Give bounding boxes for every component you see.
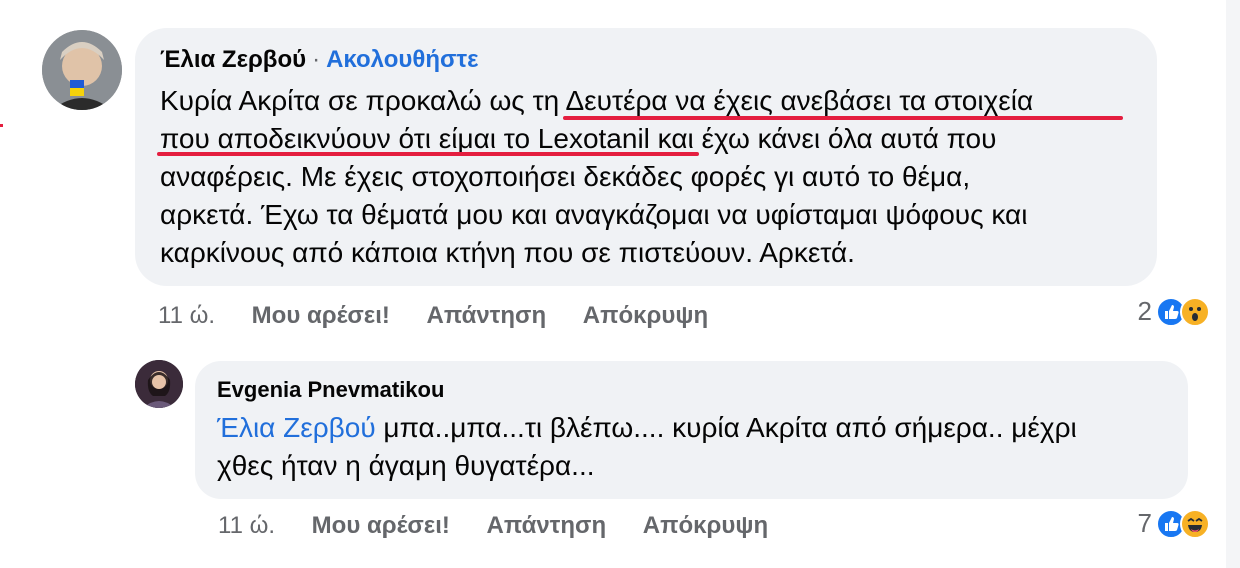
comment-text-line: καρκίνους από κάποια κτήνη που σε πιστεύ… [160, 237, 855, 268]
red-annotation-mark [0, 124, 3, 127]
timestamp[interactable]: 11 ώ. [158, 302, 215, 329]
reply-button[interactable]: Απάντηση [487, 512, 607, 539]
reaction-count: 7 [1137, 508, 1152, 538]
comment-text: Έλια Ζερβού μπα..μπα...τι βλέπω.... κυρί… [217, 409, 1177, 485]
follow-link[interactable]: Ακολουθήστε [326, 46, 478, 73]
wow-icon [1180, 296, 1210, 327]
comment-text: Κυρία Ακρίτα σε προκαλώ ως τη Δευτέρα να… [160, 82, 1150, 272]
comment-text-line: αρκετά. Έχω τα θέματά μου και αναγκάζομα… [160, 199, 1028, 230]
red-underline-annotation [563, 116, 1123, 120]
author-name[interactable]: Evgenia Pnevmatikou [217, 377, 444, 403]
separator-dot: · [312, 46, 321, 73]
comment-text-line: χθες ήταν η άγαμη θυγατέρα... [217, 450, 595, 481]
scroll-track [1226, 0, 1240, 568]
comment-actions: 11 ώ. Μου αρέσει! Απάντηση Απόκρυψη [158, 302, 738, 330]
reply-button[interactable]: Απάντηση [427, 302, 547, 329]
comment-bubble: Έλια Ζερβού · Ακολουθήστε Κυρία Ακρίτα σε … [135, 28, 1157, 286]
reaction-summary[interactable]: 7 [1138, 508, 1210, 539]
comment-text-line: Κυρία Ακρίτα σε προκαλώ ως τη Δευτέρα να… [160, 85, 1034, 116]
reaction-count: 2 [1137, 296, 1152, 326]
mention-link[interactable]: Έλια Ζερβού [217, 412, 376, 443]
avatar[interactable] [42, 30, 122, 110]
reaction-summary[interactable]: 2 [1138, 296, 1210, 327]
hide-button[interactable]: Απόκρυψη [643, 512, 768, 539]
like-button[interactable]: Μου αρέσει! [312, 512, 450, 539]
haha-icon [1180, 508, 1210, 539]
avatar[interactable] [135, 360, 183, 408]
comment-actions: 11 ώ. Μου αρέσει! Απάντηση Απόκρυψη [218, 512, 798, 540]
author-name[interactable]: Έλια Ζερβού [160, 46, 306, 73]
like-button[interactable]: Μου αρέσει! [252, 302, 390, 329]
comment-header: Έλια Ζερβού · Ακολουθήστε [160, 46, 479, 74]
comment-bubble: Evgenia Pnevmatikou Έλια Ζερβού μπα..μπα… [195, 361, 1188, 499]
timestamp[interactable]: 11 ώ. [218, 512, 275, 539]
red-underline-annotation [157, 152, 699, 156]
hide-button[interactable]: Απόκρυψη [583, 302, 708, 329]
comment-text-line: αναφέρεις. Με έχεις στοχοποιήσει δεκάδες… [160, 161, 971, 192]
comment-text-line: μπα..μπα...τι βλέπω.... κυρία Ακρίτα από… [375, 412, 1077, 443]
